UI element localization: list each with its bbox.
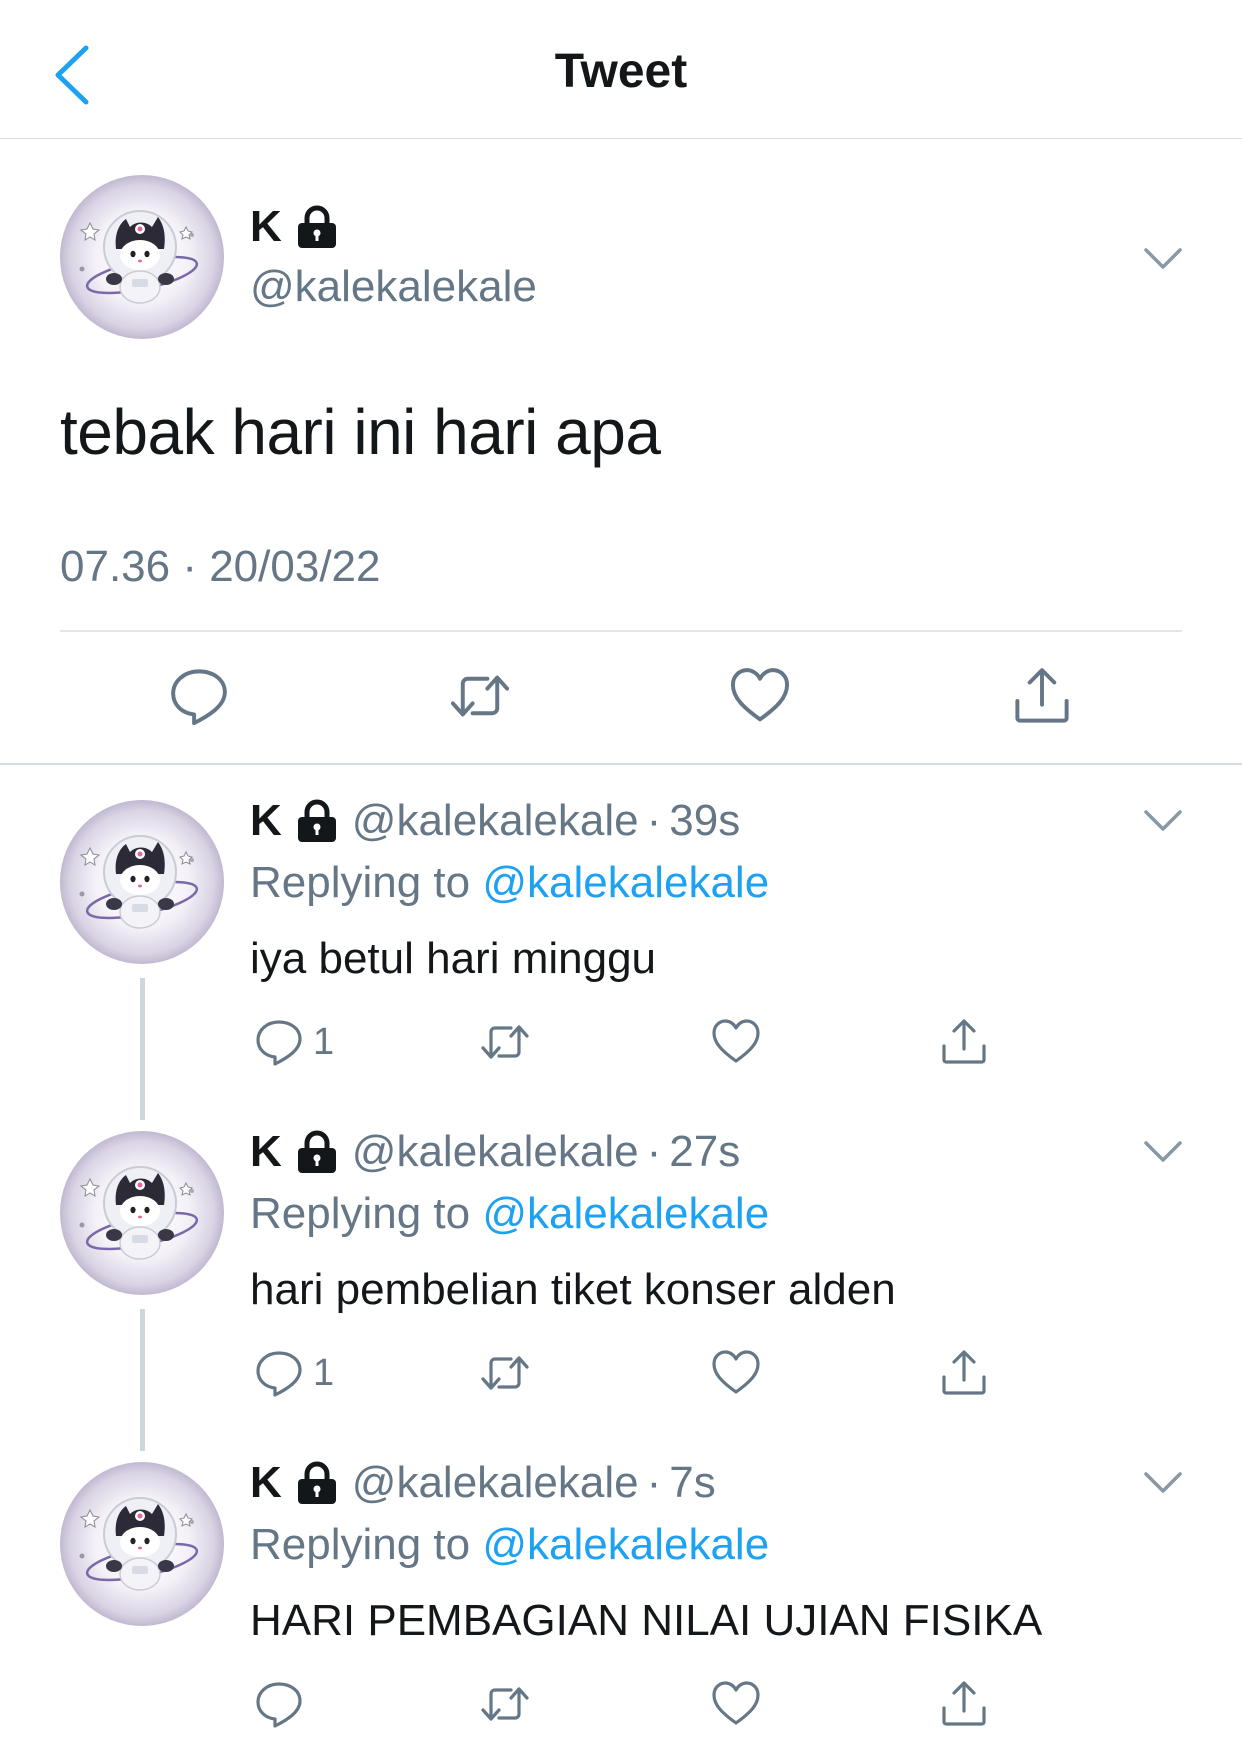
- like-icon: [710, 1678, 762, 1730]
- lock-icon: [296, 799, 338, 843]
- replying-to: Replying to @kalekalekale: [250, 1189, 769, 1239]
- like-icon: [710, 1016, 762, 1068]
- reply-time: 7s: [669, 1458, 716, 1507]
- share-icon: [938, 1016, 990, 1068]
- reply-author-handle: @kalekalekale: [351, 1127, 639, 1176]
- separator-dot: ·: [646, 1458, 662, 1507]
- like-button[interactable]: [710, 1016, 762, 1068]
- avatar[interactable]: [60, 800, 224, 964]
- replying-label: Replying to: [250, 1189, 483, 1238]
- retweet-icon: [479, 1347, 531, 1399]
- avatar[interactable]: [60, 1462, 224, 1626]
- divider: [60, 630, 1182, 632]
- share-button[interactable]: [938, 1347, 990, 1399]
- reply-text: hari pembelian tiket konser alden: [250, 1265, 896, 1314]
- replying-to: Replying to @kalekalekale: [250, 858, 769, 908]
- page-title: Tweet: [554, 45, 688, 98]
- share-button[interactable]: [938, 1678, 990, 1730]
- reply-header[interactable]: K @kalekalekale · 39s: [250, 796, 740, 846]
- reply-icon: [253, 1678, 305, 1730]
- author-name[interactable]: K: [250, 202, 338, 252]
- reply-button[interactable]: 1: [253, 1016, 334, 1068]
- like-icon: [710, 1347, 762, 1399]
- share-icon: [938, 1347, 990, 1399]
- replying-label: Replying to: [250, 858, 483, 907]
- separator-dot: ·: [646, 796, 662, 845]
- reply-text: HARI PEMBAGIAN NILAI UJIAN FISIKA: [250, 1596, 1043, 1645]
- replying-to: Replying to @kalekalekale: [250, 1520, 769, 1570]
- reply-author-handle: @kalekalekale: [351, 796, 639, 845]
- avatar-image: [60, 800, 224, 964]
- reply-header[interactable]: K @kalekalekale · 27s: [250, 1127, 740, 1177]
- replying-label: Replying to: [250, 1520, 483, 1569]
- like-button[interactable]: [710, 1347, 762, 1399]
- avatar[interactable]: [60, 1131, 224, 1295]
- avatar-image: [60, 1462, 224, 1626]
- chevron-down-icon[interactable]: [1143, 1470, 1183, 1496]
- lock-icon: [296, 205, 338, 249]
- retweet-button[interactable]: [479, 1347, 531, 1399]
- chevron-down-icon[interactable]: [1143, 808, 1183, 834]
- lock-icon: [296, 1130, 338, 1174]
- retweet-button[interactable]: [479, 1016, 531, 1068]
- mention-link[interactable]: @kalekalekale: [482, 1520, 769, 1569]
- share-icon: [938, 1678, 990, 1730]
- chevron-down-icon[interactable]: [1143, 246, 1183, 272]
- like-button[interactable]: [710, 1678, 762, 1730]
- reply-icon: [253, 1016, 305, 1068]
- like-icon[interactable]: [726, 664, 794, 728]
- share-button[interactable]: [938, 1016, 990, 1068]
- reply-text: iya betul hari minggu: [250, 934, 657, 983]
- reply-button[interactable]: [253, 1678, 313, 1730]
- reply-author-name: K: [250, 1458, 282, 1507]
- tweet-timestamp: 07.36 · 20/03/22: [60, 542, 381, 591]
- reply-count: 1: [313, 1351, 335, 1394]
- author-name-text: K: [250, 202, 282, 251]
- chevron-down-icon[interactable]: [1143, 1139, 1183, 1165]
- retweet-icon: [479, 1678, 531, 1730]
- reply-author-name: K: [250, 1127, 282, 1176]
- retweet-button[interactable]: [479, 1678, 531, 1730]
- retweet-icon[interactable]: [446, 664, 514, 728]
- share-icon[interactable]: [1008, 664, 1076, 728]
- tweet-text: tebak hari ini hari apa: [60, 396, 661, 468]
- retweet-icon: [479, 1016, 531, 1068]
- reply-count: 1: [313, 1020, 335, 1063]
- mention-link[interactable]: @kalekalekale: [482, 1189, 769, 1238]
- reply-author-name: K: [250, 796, 282, 845]
- avatar-image: [60, 175, 224, 339]
- lock-icon: [296, 1461, 338, 1505]
- thread-line: [140, 978, 145, 1120]
- navigation-bar: Tweet: [0, 0, 1242, 139]
- thread-line: [140, 1309, 145, 1451]
- author-handle[interactable]: @kalekalekale: [250, 262, 537, 312]
- reply-time: 27s: [669, 1127, 741, 1176]
- reply-icon: [253, 1347, 305, 1399]
- reply-button[interactable]: 1: [253, 1347, 334, 1399]
- reply-header[interactable]: K @kalekalekale · 7s: [250, 1458, 716, 1508]
- divider: [0, 763, 1242, 765]
- reply-time: 39s: [669, 796, 741, 845]
- avatar[interactable]: [60, 175, 224, 339]
- reply-author-handle: @kalekalekale: [351, 1458, 639, 1507]
- avatar-image: [60, 1131, 224, 1295]
- reply-icon[interactable]: [165, 664, 233, 728]
- separator-dot: ·: [646, 1127, 662, 1176]
- mention-link[interactable]: @kalekalekale: [482, 858, 769, 907]
